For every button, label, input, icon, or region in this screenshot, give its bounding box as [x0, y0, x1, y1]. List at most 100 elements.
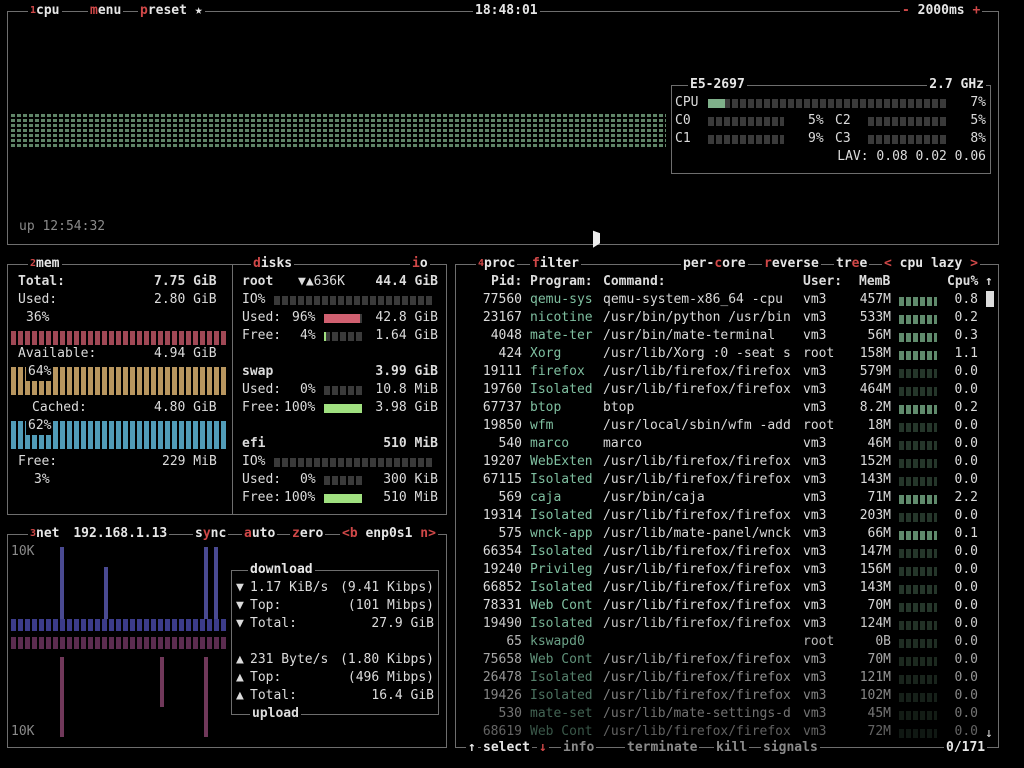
sort-prev[interactable]: <	[884, 256, 892, 271]
col-program[interactable]: Program:	[530, 274, 593, 289]
cell-cpu: 0.0	[954, 418, 978, 433]
cell-pid: 67737	[482, 400, 522, 415]
cell-program: firefox	[530, 364, 585, 379]
mem-box-title[interactable]: 2mem	[28, 256, 62, 272]
up-top-value: (496 Mibps)	[347, 670, 434, 685]
col-user[interactable]: User:	[803, 274, 842, 289]
cell-pid: 19111	[482, 364, 522, 379]
net-auto-toggle[interactable]: auto	[242, 526, 278, 542]
cell-mem: 533M	[859, 310, 891, 325]
col-cpu[interactable]: Cpu%	[947, 274, 978, 289]
tree-toggle[interactable]: tree	[834, 256, 870, 272]
cell-command: /usr/lib/Xorg :0 -seat s	[603, 346, 791, 361]
table-row[interactable]: 26478 Isolated/usr/lib/firefox/firefox vm3…	[456, 670, 998, 688]
mem-free-pct: 3%	[34, 472, 50, 487]
table-row[interactable]: 67737 btop btop vm3 8.2M 0.2	[456, 400, 998, 418]
col-pid[interactable]: Pid:	[491, 274, 522, 289]
cell-mem: 121M	[859, 670, 891, 685]
proc-filter-button[interactable]: filter	[530, 256, 581, 272]
cell-program: Isolated	[530, 670, 593, 685]
table-row[interactable]: 65 kswapd0 root 0B 0.0	[456, 634, 998, 652]
table-row[interactable]: 19207 WebExten/usr/lib/firefox/firefox vm3…	[456, 454, 998, 472]
table-row[interactable]: 66354 Isolated/usr/lib/firefox/firefox vm3…	[456, 544, 998, 562]
table-row[interactable]: 19314 Isolated/usr/lib/firefox/firefox vm3…	[456, 508, 998, 526]
io-toggle[interactable]: io	[410, 256, 430, 272]
table-row[interactable]: 66852 Isolated/usr/lib/firefox/firefox vm3…	[456, 580, 998, 598]
disk-swap-free-label: Free:	[242, 400, 282, 415]
cell-user: vm3	[803, 688, 827, 703]
table-row[interactable]: 4048 mate-ter/usr/bin/mate-terminal vm3 56M…	[456, 328, 998, 346]
net-sync-toggle[interactable]: sync	[193, 526, 229, 542]
cpu-total-meter	[708, 99, 948, 108]
footer-down-arrow[interactable]: ↓	[537, 740, 549, 756]
cell-command: /usr/local/sbin/wfm -add	[603, 418, 791, 433]
footer-terminate-button[interactable]: terminate	[625, 740, 700, 756]
cell-mem: 71M	[867, 490, 891, 505]
per-core-toggle[interactable]: per-core	[681, 256, 748, 272]
cell-cpu-graph	[899, 729, 937, 738]
menu-button[interactable]: menu	[88, 3, 124, 19]
cell-mem: 56M	[867, 328, 891, 343]
table-row[interactable]: 530 mate-set/usr/lib/mate-settings-d vm3 45…	[456, 706, 998, 724]
net-iface-selector[interactable]: <b enp0s1 n>	[340, 526, 438, 542]
interval-increase[interactable]: +	[972, 3, 980, 18]
table-row[interactable]: 67115 Isolated/usr/lib/firefox/firefox vm3…	[456, 472, 998, 490]
proc-box-title[interactable]: 4proc	[476, 256, 518, 272]
table-row[interactable]: 424 Xorg/usr/lib/Xorg :0 -seat s root 158M 1…	[456, 346, 998, 364]
net-iface-name: enp0s1	[365, 526, 413, 541]
cpu-total-pct: 7%	[970, 95, 986, 110]
proc-scrollbar-thumb[interactable]	[986, 291, 994, 307]
cell-cpu: 0.2	[954, 310, 978, 325]
cell-pid: 78331	[482, 598, 522, 613]
cell-cpu-graph	[899, 369, 937, 378]
table-row[interactable]: 78331 Web Cont/usr/lib/firefox/firefox vm3…	[456, 598, 998, 616]
table-row[interactable]: 19760 Isolated/usr/lib/firefox/firefox vm3…	[456, 382, 998, 400]
up-total-value: 16.4 GiB	[371, 688, 434, 703]
net-next-iface[interactable]: n>	[420, 526, 436, 541]
cpu-box-title[interactable]: 1cpu	[28, 3, 62, 19]
footer-kill-button[interactable]: kill	[714, 740, 750, 756]
cell-mem: 8.2M	[859, 400, 891, 415]
table-row[interactable]: 540 marco marco vm3 46M 0.0	[456, 436, 998, 454]
table-row[interactable]: 19490 Isolated/usr/lib/firefox/firefox vm3…	[456, 616, 998, 634]
table-row[interactable]: 19850 wfm/usr/local/sbin/wfm -add root 18M 0…	[456, 418, 998, 436]
table-row[interactable]: 19426 Isolated/usr/lib/firefox/firefox vm3…	[456, 688, 998, 706]
preset-button[interactable]: preset ★	[138, 3, 205, 19]
table-row[interactable]: 575 wnck-app/usr/lib/mate-panel/wnck vm3 66…	[456, 526, 998, 544]
disks-title[interactable]: disks	[251, 256, 295, 272]
net-zero-toggle[interactable]: zero	[290, 526, 326, 542]
down-rate-bits: (9.41 Kibps)	[340, 580, 434, 595]
table-row[interactable]: 75658 Web Cont/usr/lib/firefox/firefox vm3…	[456, 652, 998, 670]
table-row[interactable]: 19111 firefox/usr/lib/firefox/firefox vm3 5…	[456, 364, 998, 382]
cell-command: /usr/lib/firefox/firefox	[603, 598, 791, 613]
cell-mem: 143M	[859, 472, 891, 487]
disk-efi-io-meter	[274, 458, 434, 467]
sort-next[interactable]: >	[970, 256, 978, 271]
mem-used-label: Used:	[18, 292, 58, 307]
interval-decrease[interactable]: -	[902, 3, 910, 18]
scroll-up-icon[interactable]: ↑	[985, 274, 993, 289]
table-row[interactable]: 77560 qemu-sys qemu-system-x86_64 -cpu vm3 4…	[456, 292, 998, 310]
table-row[interactable]: 23167 nicotine/usr/bin/python /usr/bin vm3…	[456, 310, 998, 328]
table-row[interactable]: 569 caja/usr/bin/caja vm3 71M 2.2	[456, 490, 998, 508]
col-command[interactable]: Command:	[603, 274, 666, 289]
table-row[interactable]: 19240 Privileg/usr/lib/firefox/firefox vm3…	[456, 562, 998, 580]
net-prev-iface[interactable]: <b	[342, 526, 358, 541]
disk-efi-used-meter	[324, 476, 362, 485]
cell-pid: 424	[498, 346, 522, 361]
sort-selector[interactable]: < cpu lazy >	[882, 256, 980, 272]
cell-user: vm3	[803, 526, 827, 541]
cell-cpu-graph	[899, 405, 937, 414]
mem-used-pct: 36%	[26, 310, 50, 325]
cell-pid: 75658	[482, 652, 522, 667]
cell-command: /usr/lib/firefox/firefox	[603, 724, 791, 739]
footer-info-button[interactable]: info	[561, 740, 597, 756]
footer-signals-button[interactable]: signals	[761, 740, 820, 756]
interval-control[interactable]: - 2000ms +	[900, 3, 983, 19]
reverse-toggle[interactable]: reverse	[762, 256, 821, 272]
col-mem[interactable]: MemB	[859, 274, 890, 289]
footer-up-arrow[interactable]: ↑	[466, 740, 478, 756]
net-box-title[interactable]: 3net 192.168.1.13	[28, 526, 170, 542]
download-label: download	[248, 562, 315, 578]
cell-cpu: 0.0	[954, 436, 978, 451]
